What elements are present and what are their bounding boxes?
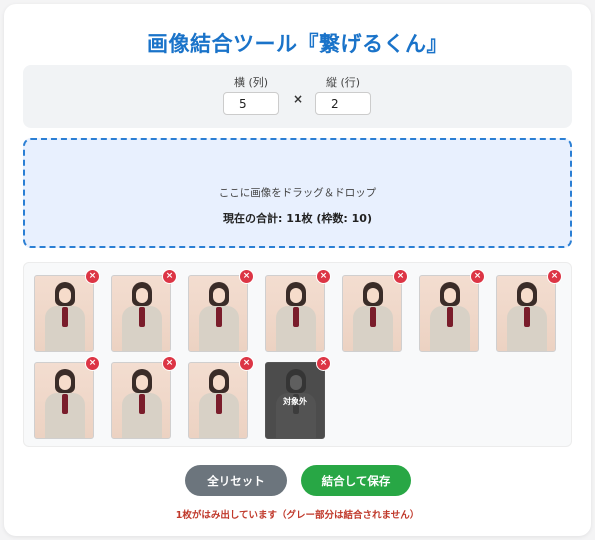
portrait-tie <box>62 307 68 327</box>
app-card: 画像結合ツール『繋げるくん』 横 (列) × 縦 (行) ここに画像をドラッグ＆… <box>4 4 591 536</box>
portrait-tie <box>370 307 376 327</box>
image-thumbnail[interactable] <box>34 275 94 352</box>
overflow-warning: 1枚がはみ出しています（グレー部分は結合されません） <box>175 510 420 521</box>
delete-image-button[interactable]: × <box>85 356 100 371</box>
multiply-sign: × <box>293 92 304 106</box>
portrait-face <box>213 288 225 303</box>
rows-label: 縦 (行) <box>325 76 361 89</box>
portrait-tie <box>447 307 453 327</box>
portrait-face <box>59 375 71 390</box>
portrait-tie <box>524 307 530 327</box>
columns-field: 横 (列) <box>223 75 279 115</box>
image-thumbnail[interactable] <box>342 275 402 352</box>
delete-image-button[interactable]: × <box>547 269 562 284</box>
portrait-face <box>136 375 148 390</box>
image-thumbnail[interactable]: 対象外 <box>265 362 325 439</box>
dropzone-instruction: ここに画像をドラッグ＆ドロップ <box>218 187 377 199</box>
thumbnail-grid: × × × × × × × × × × 対象外 × <box>23 262 572 447</box>
reset-all-button[interactable]: 全リセット <box>185 465 287 496</box>
image-thumbnail[interactable] <box>496 275 556 352</box>
portrait-tie <box>293 307 299 327</box>
delete-image-button[interactable]: × <box>85 269 100 284</box>
portrait-tie <box>216 394 222 414</box>
portrait-face <box>521 288 533 303</box>
delete-image-button[interactable]: × <box>239 269 254 284</box>
page-title: 画像結合ツール『繋げるくん』 <box>147 32 448 56</box>
image-count: 現在の合計: 11枚 (枠数: 10) <box>223 212 372 225</box>
columns-input[interactable] <box>223 92 279 115</box>
image-thumbnail[interactable] <box>111 275 171 352</box>
portrait-tie <box>62 394 68 414</box>
portrait-tie <box>216 307 222 327</box>
portrait-face <box>213 375 225 390</box>
delete-image-button[interactable]: × <box>239 356 254 371</box>
portrait-tie <box>139 307 145 327</box>
delete-image-button[interactable]: × <box>162 269 177 284</box>
delete-image-button[interactable]: × <box>316 269 331 284</box>
merge-save-button[interactable]: 結合して保存 <box>301 465 411 496</box>
excluded-label: 対象外 <box>266 363 324 438</box>
image-thumbnail[interactable] <box>111 362 171 439</box>
image-dropzone[interactable]: ここに画像をドラッグ＆ドロップ 現在の合計: 11枚 (枠数: 10) <box>23 138 572 248</box>
delete-image-button[interactable]: × <box>393 269 408 284</box>
grid-settings-panel: 横 (列) × 縦 (行) <box>23 65 572 128</box>
portrait-face <box>136 288 148 303</box>
image-thumbnail[interactable] <box>188 362 248 439</box>
image-thumbnail[interactable] <box>419 275 479 352</box>
image-thumbnail[interactable] <box>265 275 325 352</box>
columns-label: 横 (列) <box>233 76 269 89</box>
portrait-face <box>59 288 71 303</box>
image-thumbnail[interactable] <box>34 362 94 439</box>
portrait-tie <box>139 394 145 414</box>
rows-input[interactable] <box>315 92 371 115</box>
delete-image-button[interactable]: × <box>470 269 485 284</box>
delete-image-button[interactable]: × <box>316 356 331 371</box>
rows-field: 縦 (行) <box>315 75 371 115</box>
image-thumbnail[interactable] <box>188 275 248 352</box>
portrait-face <box>290 288 302 303</box>
delete-image-button[interactable]: × <box>162 356 177 371</box>
portrait-face <box>367 288 379 303</box>
portrait-face <box>444 288 456 303</box>
